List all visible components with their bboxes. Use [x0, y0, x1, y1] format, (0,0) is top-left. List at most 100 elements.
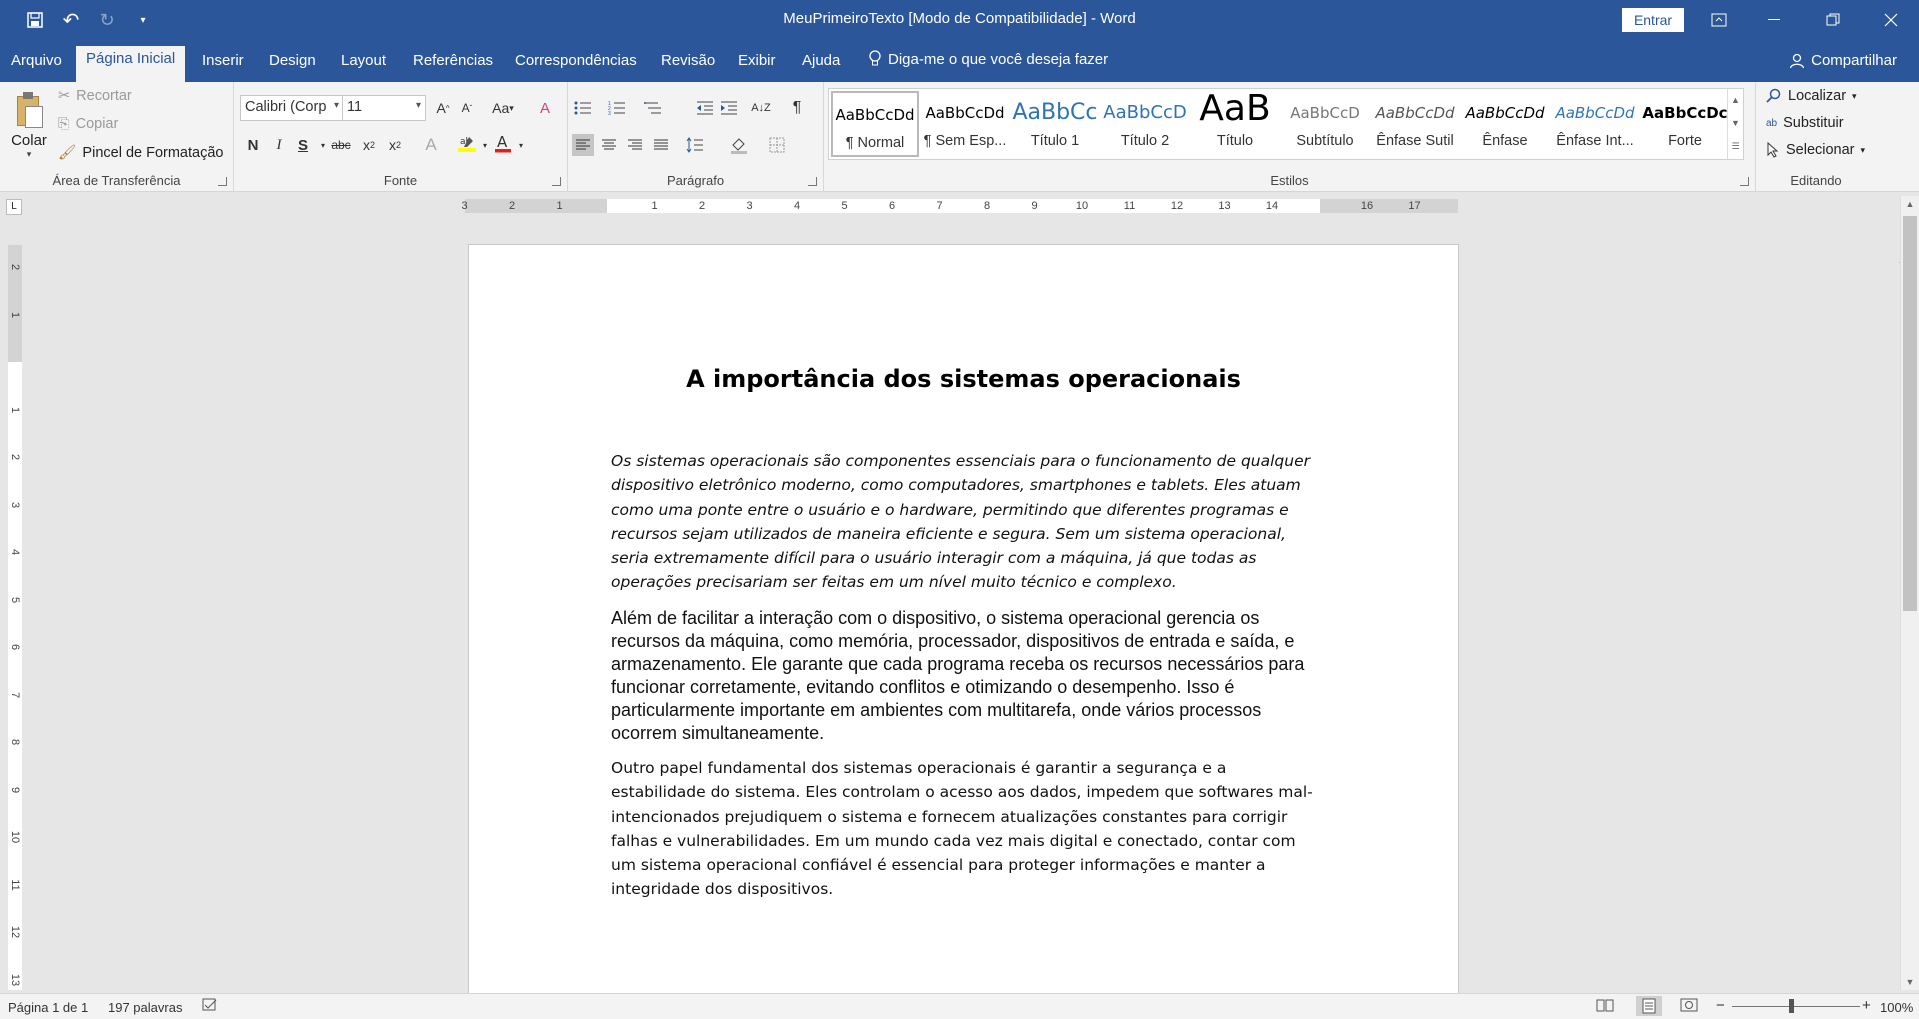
line-spacing-icon[interactable]: [684, 134, 706, 156]
paste-button[interactable]: Colar ▾: [8, 88, 50, 168]
borders-icon[interactable]: [766, 134, 788, 156]
style-titulo-1[interactable]: AaBbCc Título 1: [1011, 91, 1099, 157]
zoom-out-icon[interactable]: −: [1716, 997, 1725, 1014]
paragraph-3[interactable]: Outro papel fundamental dos sistemas ope…: [611, 756, 1323, 902]
shading-icon[interactable]: [728, 134, 750, 156]
tab-selector-icon[interactable]: L: [6, 199, 22, 215]
ruler-number: 2: [698, 200, 706, 212]
vertical-ruler[interactable]: 2 1 1 2 3 4 5 6 7 8 9 10 11 12 13: [8, 245, 22, 990]
bullets-icon[interactable]: [572, 97, 594, 119]
font-color-dropdown-icon[interactable]: ▾: [510, 134, 532, 156]
styles-launcher-icon[interactable]: [1740, 177, 1749, 186]
ruler-number: 7: [936, 200, 943, 212]
tab-inserir[interactable]: Inserir: [192, 50, 254, 82]
style-name: ¶ Normal: [845, 135, 905, 151]
superscript-icon[interactable]: x2: [384, 134, 406, 156]
zoom-level[interactable]: 100%: [1880, 1000, 1913, 1015]
paste-dropdown-icon[interactable]: ▾: [8, 149, 50, 160]
minimize-icon[interactable]: [1750, 0, 1800, 40]
align-center-icon[interactable]: [598, 134, 620, 156]
ruler-number: 6: [9, 643, 21, 651]
align-left-icon[interactable]: [572, 134, 594, 156]
copy-button[interactable]: ⎘ Copiar: [58, 116, 118, 132]
change-case-button[interactable]: Aa ▾: [486, 97, 520, 119]
ruler-number: 10: [9, 830, 21, 844]
scroll-up-icon[interactable]: ▲: [1901, 196, 1919, 212]
shrink-font-icon[interactable]: Aˇ: [456, 97, 478, 119]
clipboard-group: Colar ▾ ✂ Recortar ⎘ Copiar 🖌 Pincel de …: [0, 82, 234, 192]
proofing-icon[interactable]: [202, 997, 218, 1016]
restore-icon[interactable]: [1808, 0, 1858, 40]
tab-revisao[interactable]: Revisão: [651, 50, 725, 82]
tab-ajuda[interactable]: Ajuda: [792, 50, 850, 82]
increase-indent-icon[interactable]: [718, 97, 740, 119]
align-right-icon[interactable]: [624, 134, 646, 156]
document-page[interactable]: A importância dos sistemas operacionais …: [468, 244, 1459, 996]
tell-me-search[interactable]: Diga-me o que você deseja fazer: [868, 50, 1108, 68]
format-painter-button[interactable]: 🖌 Pincel de Formatação: [58, 144, 223, 162]
paragraph-1[interactable]: Os sistemas operacionais são componentes…: [611, 449, 1323, 595]
vertical-scrollbar[interactable]: ▲ ▼: [1900, 196, 1919, 990]
grow-font-icon[interactable]: A ^: [432, 97, 454, 119]
style-sem-espacamento[interactable]: AaBbCcDd ¶ Sem Esp...: [921, 91, 1009, 157]
justify-icon[interactable]: [650, 134, 672, 156]
tab-pagina-inicial[interactable]: Página Inicial: [76, 46, 186, 82]
ribbon-display-options-icon[interactable]: [1694, 0, 1744, 40]
tab-layout[interactable]: Layout: [331, 50, 396, 82]
style-normal[interactable]: AaBbCcDd ¶ Normal: [831, 91, 919, 157]
signin-button[interactable]: Entrar: [1622, 8, 1684, 32]
style-titulo[interactable]: AaB Título: [1191, 91, 1279, 157]
read-mode-icon[interactable]: [1596, 998, 1614, 1015]
print-layout-icon[interactable]: [1636, 996, 1662, 1016]
clipboard-launcher-icon[interactable]: [218, 177, 227, 186]
zoom-in-icon[interactable]: +: [1862, 997, 1871, 1014]
numbering-icon[interactable]: 123: [606, 97, 628, 119]
chevron-up-icon[interactable]: ▲: [1728, 89, 1743, 112]
style-titulo-2[interactable]: AaBbCcD Título 2: [1101, 91, 1189, 157]
paragraph-2[interactable]: Além de facilitar a interação com o disp…: [611, 607, 1323, 745]
subscript-icon[interactable]: x2: [358, 134, 380, 156]
horizontal-ruler[interactable]: 3 2 1 1 2 3 4 5 6 7 8 9 10 11 12 13 14 16 17: [461, 199, 1458, 213]
style-enfase[interactable]: AaBbCcDd Ênfase: [1461, 91, 1549, 157]
tab-design[interactable]: Design: [259, 50, 326, 82]
web-layout-icon[interactable]: [1680, 998, 1698, 1015]
share-button[interactable]: Compartilhar: [1789, 52, 1897, 69]
word-count[interactable]: 197 palavras: [108, 1000, 182, 1015]
more-styles-icon[interactable]: ☰: [1728, 135, 1743, 158]
paragraph-launcher-icon[interactable]: [808, 177, 817, 186]
font-size-select[interactable]: 11 ▾: [342, 95, 426, 121]
clear-formatting-icon[interactable]: A: [534, 97, 556, 119]
replace-button[interactable]: ab Substituir: [1766, 115, 1844, 131]
tab-referencias[interactable]: Referências: [403, 50, 503, 82]
find-button[interactable]: Localizar ▾: [1766, 88, 1857, 104]
style-enfase-sutil[interactable]: AaBbCcDd Ênfase Sutil: [1371, 91, 1459, 157]
chevron-down-icon[interactable]: ▼: [1728, 112, 1743, 135]
close-icon[interactable]: [1866, 0, 1916, 40]
text-effects-icon[interactable]: A: [420, 134, 442, 156]
zoom-slider-track[interactable]: [1732, 1006, 1860, 1007]
strikethrough-button[interactable]: abc: [328, 134, 354, 156]
tab-arquivo[interactable]: Arquivo: [1, 50, 72, 82]
sort-icon[interactable]: A↓Z: [750, 97, 772, 119]
select-button[interactable]: Selecionar ▾: [1766, 142, 1865, 158]
font-launcher-icon[interactable]: [552, 177, 561, 186]
decrease-indent-icon[interactable]: [694, 97, 716, 119]
zoom-slider-thumb[interactable]: [1789, 999, 1794, 1013]
underline-button[interactable]: S: [292, 134, 314, 156]
style-enfase-intensa[interactable]: AaBbCcDd Ênfase Int...: [1551, 91, 1639, 157]
scrollbar-thumb[interactable]: [1903, 216, 1917, 611]
bold-button[interactable]: N: [242, 134, 264, 156]
scroll-down-icon[interactable]: ▼: [1901, 974, 1919, 990]
ruler-number: 2: [9, 263, 21, 271]
italic-button[interactable]: I: [268, 134, 290, 156]
show-formatting-marks-icon[interactable]: ¶: [786, 97, 808, 119]
page-count[interactable]: Página 1 de 1: [8, 1000, 88, 1015]
tab-exibir[interactable]: Exibir: [728, 50, 786, 82]
cut-button[interactable]: ✂ Recortar: [58, 88, 132, 104]
document-heading[interactable]: A importância dos sistemas operacionais: [469, 365, 1458, 393]
style-subtitulo[interactable]: AaBbCcD Subtítulo: [1281, 91, 1369, 157]
multilevel-list-icon[interactable]: [642, 97, 664, 119]
style-forte[interactable]: AaBbCcDc Forte: [1641, 91, 1729, 157]
tab-correspondencias[interactable]: Correspondências: [505, 50, 647, 82]
font-family-select[interactable]: Calibri (Corp ▾: [240, 95, 344, 121]
